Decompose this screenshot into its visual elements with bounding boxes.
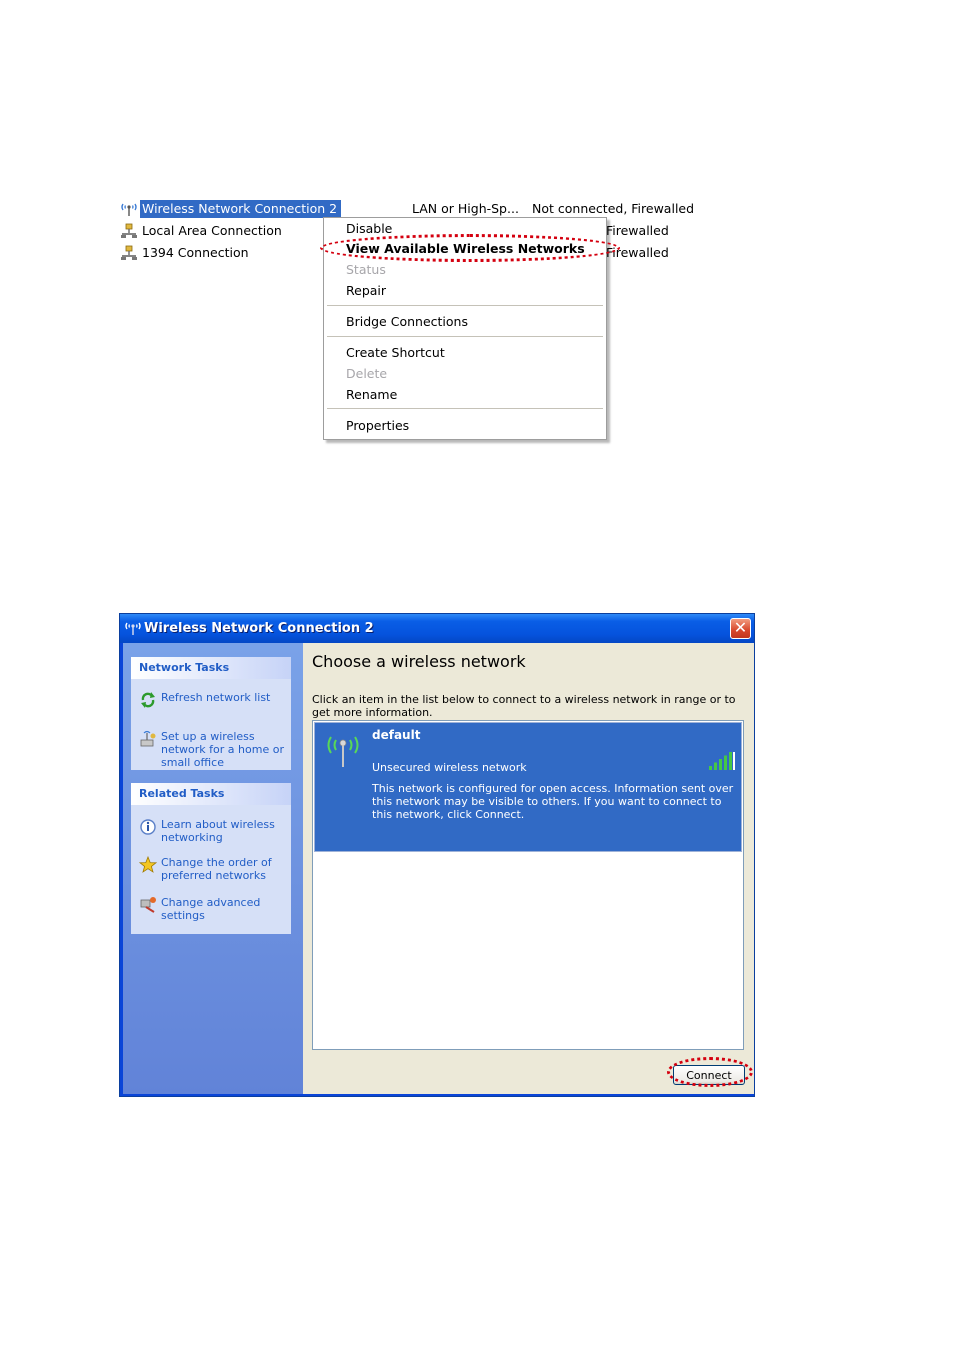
menu-separator [327,305,603,306]
task-label[interactable]: Refresh network list [161,691,289,704]
wireless-network-connection-window: Wireless Network Connection 2 ✕ Network … [119,613,755,1097]
wireless-antenna-icon [327,736,359,767]
settings-icon [140,897,156,913]
signal-bar [714,762,717,770]
menu-item-properties[interactable]: Properties [346,416,409,436]
wireless-icon [125,622,141,635]
refresh-icon [141,692,155,708]
network-security: Unsecured wireless network [372,761,527,774]
menu-item-status: Status [346,262,386,277]
signal-bar [724,755,727,770]
network-tasks-heading[interactable]: Network Tasks [131,657,291,679]
wireless-network-list[interactable]: default Unsecured wireless network This … [312,720,744,1050]
menu-separator [327,408,603,409]
menu-item-bridge-connections[interactable]: Bridge Connections [346,312,468,332]
related-tasks-heading[interactable]: Related Tasks [131,783,291,805]
connection-status: Not connected, Firewalled [532,201,695,216]
connection-row-wireless[interactable]: Wireless Network Connection 2 LAN or Hig… [120,200,720,218]
close-icon: ✕ [733,618,748,637]
related-tasks-panel: Related Tasks Learn about wireless netwo… [131,783,291,934]
window-title: Wireless Network Connection 2 [144,621,374,636]
menu-item-repair[interactable]: Repair [346,281,386,301]
page-title: Choose a wireless network [312,652,526,671]
network-tasks-panel: Network Tasks Refresh network list Set u… [131,657,291,770]
signal-strength-icon [709,752,735,770]
close-button[interactable]: ✕ [730,618,751,639]
main-content: Choose a wireless network Click an item … [303,643,754,1094]
lan-icon [121,223,137,238]
connection-status: Firewalled [606,223,669,238]
network-item-default[interactable]: default Unsecured wireless network This … [314,722,742,852]
wireless-icon [121,203,137,216]
connection-name[interactable]: Wireless Network Connection 2 [140,200,342,218]
task-label[interactable]: Set up a wireless network for a home or … [161,730,289,769]
highlight-ring-connect [667,1057,753,1087]
connection-name[interactable]: 1394 Connection [140,244,253,262]
connection-type: LAN or High-Sp... [412,201,519,216]
signal-frame [733,752,735,770]
menu-item-rename[interactable]: Rename [346,385,397,405]
network-name: default [372,728,421,742]
menu-item-create-shortcut[interactable]: Create Shortcut [346,343,445,363]
task-label[interactable]: Change advanced settings [161,896,289,922]
task-label[interactable]: Change the order of preferred networks [161,856,289,882]
network-description: This network is configured for open acce… [372,782,734,821]
highlight-ring-menu-item [320,234,620,262]
instruction-text: Click an item in the list below to conne… [312,693,736,719]
connection-name[interactable]: Local Area Connection [140,222,286,240]
setup-wireless-icon [140,730,156,747]
lan-icon [121,245,137,260]
menu-separator [327,336,603,337]
network-connections-list: Wireless Network Connection 2 LAN or Hig… [0,0,954,460]
task-label[interactable]: Learn about wireless networking [161,818,289,844]
menu-item-delete: Delete [346,366,388,381]
task-pane: Network Tasks Refresh network list Set u… [123,643,303,1094]
signal-bar [719,759,722,770]
signal-bar [709,766,712,770]
info-icon [140,819,156,835]
title-bar[interactable]: Wireless Network Connection 2 ✕ [120,614,754,643]
signal-bar [729,752,732,770]
star-icon [139,856,157,873]
